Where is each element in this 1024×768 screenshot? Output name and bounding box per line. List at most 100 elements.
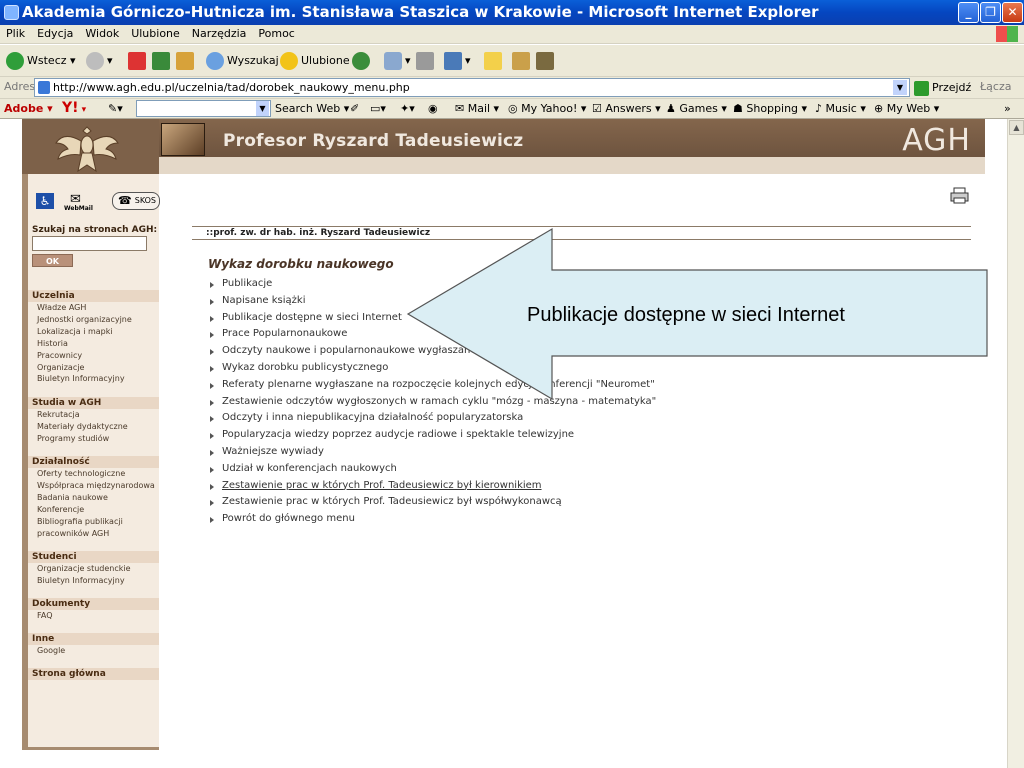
sidebar-section-studenci: Studenci Organizacje studenckie Biuletyn…	[28, 551, 159, 587]
pencil-icon[interactable]: ✎▾	[108, 100, 123, 118]
sidebar-link[interactable]: Biuletyn Informacyjny	[28, 373, 159, 385]
sidebar-section-uczelnia: Uczelnia Władze AGH Jednostki organizacy…	[28, 290, 159, 385]
sidebar-link[interactable]: Jednostki organizacyjne	[28, 314, 159, 326]
sidebar-link[interactable]: Lokalizacja i mapki	[28, 326, 159, 338]
bullet-icon	[210, 416, 214, 423]
windows-logo-icon	[996, 26, 1018, 42]
sidebar-link[interactable]: FAQ	[28, 610, 159, 622]
vertical-scrollbar[interactable]: ▲	[1007, 119, 1024, 768]
chevron-down-icon[interactable]: ▼	[893, 80, 907, 95]
highlight-icon[interactable]: ✐	[350, 100, 359, 118]
my-web-button[interactable]: ⊕ My Web ▾	[874, 100, 939, 118]
mail-button[interactable]: ▾	[384, 49, 411, 73]
sidebar-link[interactable]: Biuletyn Informacyjny	[28, 575, 159, 587]
address-input[interactable]: http://www.agh.edu.pl/uczelnia/tad/dorob…	[34, 78, 910, 97]
sidebar-link[interactable]: Pracownicy	[28, 350, 159, 362]
research-button[interactable]	[536, 49, 557, 73]
sidebar-link[interactable]: Oferty technologiczne	[28, 468, 159, 480]
professor-name: Profesor Ryszard Tadeusiewicz	[223, 131, 524, 151]
sidebar-link[interactable]: pracowników AGH	[28, 528, 159, 540]
chevron-down-icon[interactable]: ▼	[256, 101, 269, 116]
discuss-button[interactable]	[484, 49, 505, 73]
menu-view[interactable]: Widok	[79, 25, 125, 43]
games-button[interactable]: ♟ Games ▾	[666, 100, 727, 118]
maximize-icon[interactable]: ❐	[980, 2, 1001, 23]
search-web-button[interactable]: Search Web ▾	[275, 100, 349, 118]
adobe-button[interactable]: Adobe ▾	[4, 100, 53, 118]
section-header[interactable]: Strona główna	[28, 668, 159, 680]
menu-tools[interactable]: Narzędzia	[186, 25, 253, 43]
sidebar-link[interactable]: Historia	[28, 338, 159, 350]
history-button[interactable]	[352, 49, 373, 73]
chevron-right-icon[interactable]: »	[1004, 100, 1011, 118]
answers-button[interactable]: ☑ Answers ▾	[592, 100, 661, 118]
links-label[interactable]: Łącza	[980, 80, 1012, 93]
bullet-icon	[210, 433, 214, 440]
list-item[interactable]: Odczyty i inna niepublikacyjna działalno…	[210, 410, 656, 427]
music-button[interactable]: ♪ Music ▾	[815, 100, 866, 118]
sidebar-link[interactable]: Organizacje	[28, 362, 159, 374]
sidebar-link[interactable]: Materiały dydaktyczne	[28, 421, 159, 433]
list-item[interactable]: Udział w konferencjach naukowych	[210, 461, 656, 478]
antispy-icon[interactable]: ✦▾	[400, 100, 415, 118]
list-item[interactable]: Zestawienie prac w których Prof. Tadeusi…	[210, 494, 656, 511]
list-item[interactable]: Ważniejsze wywiady	[210, 444, 656, 461]
back-button[interactable]: Wstecz ▾	[6, 49, 76, 73]
go-button[interactable]: Przejdź	[914, 79, 971, 96]
scroll-up-icon[interactable]: ▲	[1009, 120, 1024, 135]
sidebar-link[interactable]: Google	[28, 645, 159, 657]
print-icon[interactable]	[950, 187, 969, 204]
mail-button[interactable]: ✉ Mail ▾	[455, 100, 499, 118]
list-item[interactable]: Zestawienie prac w których Prof. Tadeusi…	[210, 478, 656, 495]
popup-icon[interactable]: ◉	[428, 100, 438, 118]
my-yahoo-button[interactable]: ◎ My Yahoo! ▾	[508, 100, 586, 118]
bullet-icon	[210, 399, 214, 406]
accessibility-icon[interactable]: ♿	[36, 193, 54, 209]
menu-favorites[interactable]: Ulubione	[125, 25, 186, 43]
ok-button[interactable]: OK	[32, 254, 73, 267]
menu-help[interactable]: Pomoc	[252, 25, 300, 43]
sidebar-link[interactable]: Rekrutacja	[28, 409, 159, 421]
sidebar-link[interactable]: Współpraca międzynarodowa	[28, 480, 159, 492]
skos-phone-button[interactable]: ☎ SKOS	[112, 192, 160, 210]
agh-search-input[interactable]	[32, 236, 147, 251]
list-item[interactable]: Popularyzacja wiedzy poprzez audycje rad…	[210, 427, 656, 444]
home-button[interactable]	[176, 49, 197, 73]
menu-file[interactable]: Plik	[0, 25, 31, 43]
bullet-icon	[210, 382, 214, 389]
section-header[interactable]: Dokumenty	[28, 598, 159, 610]
shopping-button[interactable]: ☗ Shopping ▾	[733, 100, 807, 118]
sidebar-link[interactable]: Konferencje	[28, 504, 159, 516]
section-header[interactable]: Uczelnia	[28, 290, 159, 302]
stop-button[interactable]	[128, 49, 149, 73]
forward-button[interactable]: ▾	[86, 49, 113, 73]
menu-edit[interactable]: Edycja	[31, 25, 79, 43]
yahoo-logo-button[interactable]: Y! ▾	[62, 100, 86, 118]
favorites-button[interactable]: Ulubione	[280, 49, 350, 73]
search-label: Szukaj na stronach AGH:	[32, 225, 158, 235]
sidebar-link[interactable]: Badania naukowe	[28, 492, 159, 504]
section-header[interactable]: Studia w AGH	[28, 397, 159, 409]
section-header[interactable]: Studenci	[28, 551, 159, 563]
messenger-button[interactable]	[512, 49, 533, 73]
webmail-label[interactable]: WebMail	[64, 205, 93, 212]
edit-button[interactable]: ▾	[444, 49, 471, 73]
list-item[interactable]: Powrót do głównego menu	[210, 511, 656, 528]
search-button[interactable]: Wyszukaj	[206, 49, 279, 73]
close-icon[interactable]: ✕	[1002, 2, 1023, 23]
bookmark-icon[interactable]: ▭▾	[370, 100, 386, 118]
yahoo-search-input[interactable]: ▼	[136, 100, 271, 117]
sidebar-link[interactable]: Programy studiów	[28, 433, 159, 445]
refresh-button[interactable]	[152, 49, 173, 73]
section-header[interactable]: Inne	[28, 633, 159, 645]
section-header[interactable]: Działalność	[28, 456, 159, 468]
sidebar-link[interactable]: Organizacje studenckie	[28, 563, 159, 575]
print-button[interactable]	[416, 49, 437, 73]
sidebar-link[interactable]: Władze AGH	[28, 302, 159, 314]
sidebar-link[interactable]: Bibliografia publikacji	[28, 516, 159, 528]
bullet-icon	[210, 483, 214, 490]
print-icon	[416, 52, 434, 70]
minimize-icon[interactable]: _	[958, 2, 979, 23]
forward-arrow-icon	[86, 52, 104, 70]
agh-logo-text[interactable]: AGH	[902, 123, 971, 158]
